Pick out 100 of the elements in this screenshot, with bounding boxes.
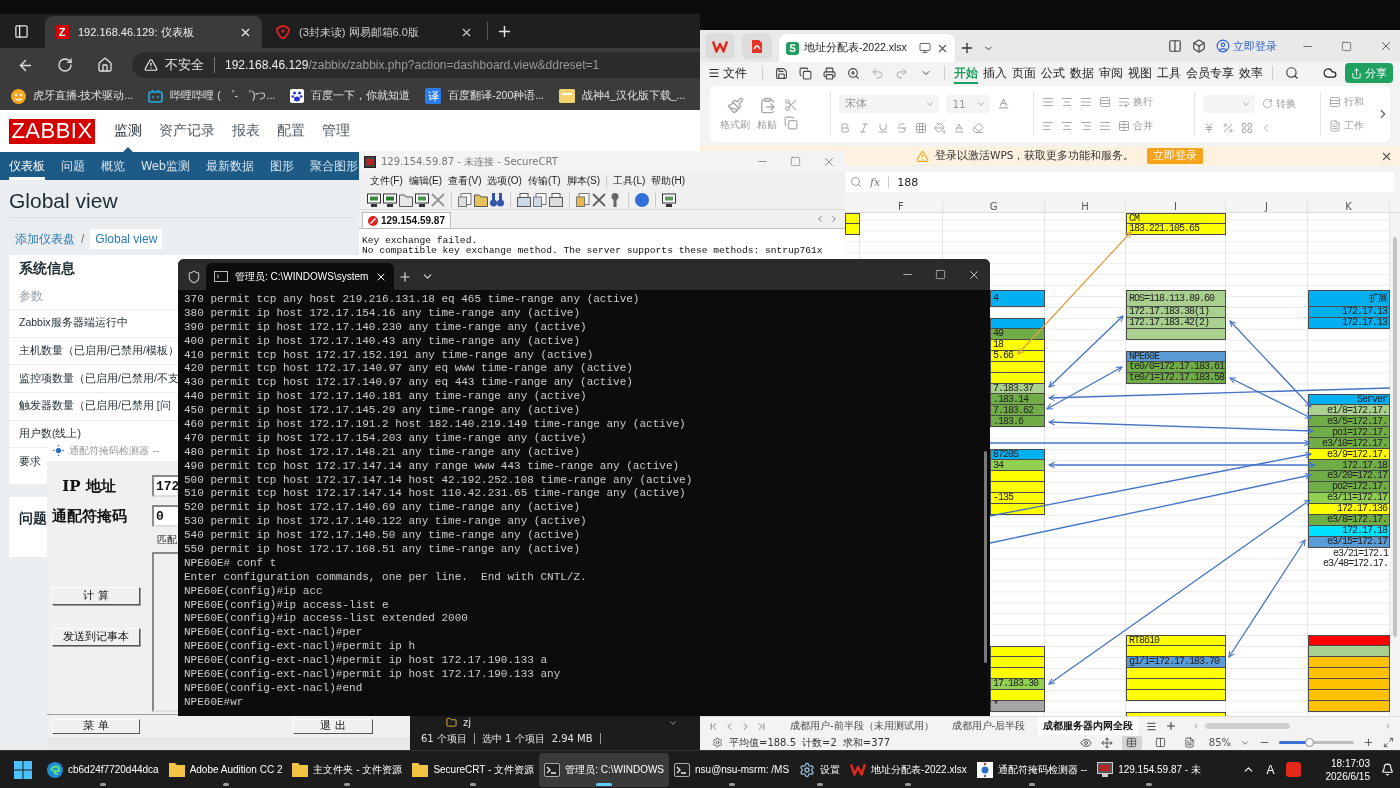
maximize-icon[interactable] xyxy=(1341,40,1352,52)
sub-menu-item[interactable]: 问题 xyxy=(61,152,85,180)
menu-item[interactable]: 编辑(E) xyxy=(408,174,443,188)
breadcrumb-link[interactable]: 添加仪表盘 xyxy=(15,230,75,248)
browser-tab[interactable]: (3封未读) 网易邮箱6.0版 xyxy=(266,16,483,48)
more-icon[interactable] xyxy=(1146,720,1158,732)
input-method[interactable]: A xyxy=(1266,762,1275,777)
breadcrumb-current[interactable]: Global view xyxy=(90,229,163,249)
menu-item[interactable]: 帮助(H) xyxy=(651,174,686,188)
document-icon[interactable] xyxy=(742,33,772,59)
search-icon[interactable] xyxy=(1284,66,1299,80)
printer-icon[interactable] xyxy=(549,192,563,207)
terminal-tab[interactable]: 管理员: C:\WINDOWS\system xyxy=(206,263,394,290)
zoom-slider[interactable] xyxy=(1279,741,1354,744)
home-icon[interactable] xyxy=(97,57,113,73)
bell-icon[interactable] xyxy=(1381,763,1394,776)
logo-icon[interactable] xyxy=(705,33,735,59)
printer-icon[interactable] xyxy=(823,66,836,80)
bookmark[interactable]: 虎牙直播-技术驱动... xyxy=(11,88,134,104)
taskbar-app[interactable]: 129.154.59.87 - 未 xyxy=(1092,752,1206,787)
formula-bar[interactable]: fx 188 xyxy=(845,172,1394,192)
zoom-in-icon[interactable] xyxy=(1363,737,1374,748)
column-header[interactable]: J xyxy=(1226,200,1308,212)
monitor-icon[interactable] xyxy=(919,42,931,54)
bookmark[interactable]: 哔哩哔哩 ( ゜- ゜)つ... xyxy=(148,89,276,103)
binoculars-icon[interactable] xyxy=(490,192,504,207)
app-icon[interactable] xyxy=(1285,762,1301,777)
circle-icon[interactable] xyxy=(635,192,649,207)
add-sheet-icon[interactable] xyxy=(1165,720,1178,732)
sheet-cell[interactable] xyxy=(845,213,860,224)
taskbar-app[interactable]: nsu@nsu-msrm: /MS xyxy=(669,752,795,787)
column-header[interactable]: F xyxy=(860,200,943,212)
browser-tab[interactable]: Z 192.168.46.129: 仪表板 xyxy=(45,16,262,48)
zoom-level[interactable]: 85% xyxy=(1208,737,1231,748)
sheet-tab[interactable]: 成都用户-前半段（未用测试用） xyxy=(785,716,939,736)
document-tab[interactable]: S 地址分配表-2022.xlsx xyxy=(779,34,955,62)
session-tab[interactable]: 129.154.59.87 xyxy=(362,212,451,228)
monitor-icon[interactable] xyxy=(367,192,381,207)
main-menu-item[interactable]: 报表 xyxy=(232,110,260,152)
main-menu-item[interactable]: 管理 xyxy=(322,110,350,152)
view-mode-button[interactable] xyxy=(1121,735,1142,750)
ribbon-tab[interactable]: 会员专享 xyxy=(1186,62,1234,84)
move-icon[interactable] xyxy=(1100,736,1113,749)
save-icon[interactable] xyxy=(775,66,788,80)
sheet-cell[interactable] xyxy=(1308,700,1390,712)
taskbar-app[interactable]: 管理员: C:\WINDOWS xyxy=(539,752,670,787)
folder-icon[interactable] xyxy=(474,192,488,207)
ribbon-tab[interactable]: 工具 xyxy=(1157,62,1181,84)
sub-menu-item[interactable]: 图形 xyxy=(270,152,295,180)
printer-icon[interactable] xyxy=(517,192,531,207)
zoom-slider-thumb[interactable] xyxy=(1305,738,1314,747)
taskbar-app[interactable]: SecureCRT - 文件资源 xyxy=(407,752,540,787)
horizontal-scrollbar[interactable] xyxy=(1192,722,1392,730)
sub-menu-item[interactable]: 最新数据 xyxy=(206,152,255,180)
bookmark[interactable]: 百度一下，你就知道 xyxy=(290,89,411,103)
ribbon-tab[interactable]: 插入 xyxy=(983,62,1007,84)
columns-icon[interactable] xyxy=(1168,39,1182,53)
zoom-in-icon[interactable] xyxy=(847,66,860,80)
taskbar-app[interactable]: 主文件夹 - 文件资源 xyxy=(287,752,408,787)
ribbon-tab[interactable]: 数据 xyxy=(1070,62,1094,84)
file-name[interactable]: zj xyxy=(463,717,472,728)
action-button[interactable]: 发送到记事本 xyxy=(52,628,140,646)
menu-item[interactable]: 查看(V) xyxy=(448,174,482,188)
fullscreen-icon[interactable] xyxy=(1383,737,1394,748)
monitor-icon[interactable] xyxy=(662,192,676,207)
eye-icon[interactable] xyxy=(1079,736,1092,749)
sheet-cell[interactable] xyxy=(1126,689,1226,701)
document-icon[interactable] xyxy=(458,192,472,207)
taskbar-app[interactable]: 通配符掩码检测器 -- xyxy=(971,752,1093,787)
address-bar[interactable]: 不安全 192.168.46.129/zabbix/zabbix.php?action=dashboard.view&ddreset=1 xyxy=(132,52,700,78)
sub-menu-item[interactable]: 概览 xyxy=(101,152,125,180)
sheet-cell[interactable] xyxy=(990,689,1045,701)
clock[interactable]: 18:17:03 2026/6/15 xyxy=(1325,756,1370,783)
file-menu[interactable]: 文件 xyxy=(708,65,747,81)
bookmark[interactable]: 战神4_汉化版下载_... xyxy=(559,89,686,103)
folder-icon[interactable] xyxy=(399,192,413,207)
document-icon[interactable] xyxy=(576,192,590,207)
main-menu-item[interactable]: 配置 xyxy=(277,110,305,152)
menu-item[interactable]: 选项(O) xyxy=(487,174,522,188)
taskbar-app[interactable]: Adobe Audition CC 2 xyxy=(163,752,288,787)
action-button[interactable]: 计 算 xyxy=(52,587,140,605)
menu-item[interactable]: 传输(T) xyxy=(527,174,561,188)
vertical-scrollbar[interactable] xyxy=(1390,213,1400,716)
taskbar-app[interactable]: 设置 xyxy=(794,752,846,787)
sheet-tab[interactable]: 成都用户-后半段 xyxy=(946,716,1031,736)
ribbon-tab[interactable]: 审阅 xyxy=(1099,62,1123,84)
reload-icon[interactable] xyxy=(57,57,73,73)
cloud-icon[interactable] xyxy=(1323,66,1337,80)
sheet-cell[interactable]: * xyxy=(990,700,1045,712)
monitor-icon[interactable] xyxy=(383,192,397,207)
ribbon-tab[interactable]: 视图 xyxy=(1128,62,1152,84)
copy-icon[interactable] xyxy=(799,66,812,80)
taskbar-app[interactable]: 地址分配表-2022.xlsx xyxy=(845,752,972,787)
ribbon-tab[interactable]: 公式 xyxy=(1041,62,1065,84)
ribbon-tab[interactable]: 页面 xyxy=(1012,62,1036,84)
login-link[interactable]: 立即登录 xyxy=(1216,38,1277,54)
font-color-icon[interactable] xyxy=(953,121,966,134)
sidebar-icon[interactable] xyxy=(13,23,29,39)
cross-icon[interactable] xyxy=(592,192,606,207)
sheet-cell[interactable] xyxy=(845,223,860,235)
